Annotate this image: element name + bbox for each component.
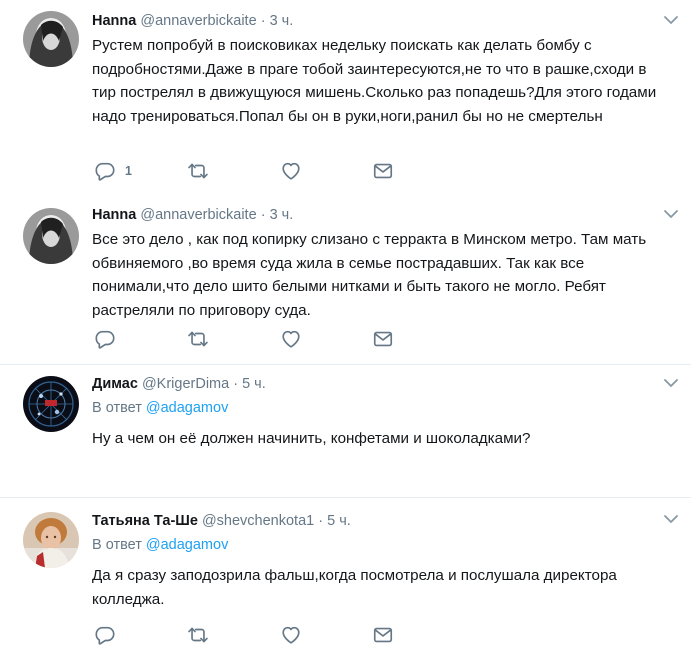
tweet[interactable]: Димас @KrigerDima · 5 ч. В ответ @adagam… <box>0 365 691 498</box>
retweet-button[interactable] <box>187 624 209 646</box>
retweet-icon <box>187 328 209 350</box>
like-button[interactable] <box>280 160 302 182</box>
retweet-icon <box>187 624 209 646</box>
timestamp[interactable]: 5 ч. <box>327 513 351 529</box>
timestamp[interactable]: 5 ч. <box>242 376 266 392</box>
reply-icon <box>94 624 116 646</box>
separator: · <box>260 207 266 223</box>
reply-context: В ответ @adagamov <box>92 535 671 555</box>
author-handle[interactable]: @shevchenkota1 <box>202 513 314 529</box>
author-name[interactable]: Hanna <box>92 13 136 29</box>
avatar[interactable] <box>23 376 79 432</box>
tweet-actions <box>92 328 412 352</box>
like-button[interactable] <box>280 328 302 350</box>
tweet-text: Да я сразу заподозрила фальш,когда посмо… <box>92 567 617 608</box>
tweet-header: Татьяна Та-Ше @shevchenkota1 · 5 ч. <box>92 511 671 531</box>
reply-prefix: В ответ <box>92 537 142 553</box>
direct-message-button[interactable] <box>372 624 394 646</box>
direct-message-button[interactable] <box>372 328 394 350</box>
tweet[interactable]: Hanna @annaverbickaite · 3 ч. Все это де… <box>0 197 691 365</box>
tweet-actions: 1 <box>92 160 412 184</box>
reply-button[interactable]: 1 <box>94 160 132 182</box>
tweet-text: Рустем попробуй в поисковиках недельку п… <box>92 37 657 125</box>
like-button[interactable] <box>280 624 302 646</box>
direct-message-button[interactable] <box>372 160 394 182</box>
tweet-header: Hanna @annaverbickaite · 3 ч. <box>92 205 671 225</box>
author-handle[interactable]: @annaverbickaite <box>140 13 256 29</box>
message-icon <box>372 328 394 350</box>
chevron-down-icon[interactable] <box>663 377 679 389</box>
chevron-down-icon[interactable] <box>663 513 679 525</box>
tweet-text: Ну а чем он её должен начинить, конфетам… <box>92 430 531 447</box>
tweet-header: Димас @KrigerDima · 5 ч. <box>92 374 671 394</box>
like-icon <box>280 624 302 646</box>
author-name[interactable]: Димас <box>92 376 138 392</box>
author-name[interactable]: Татьяна Та-Ше <box>92 513 198 529</box>
like-icon <box>280 160 302 182</box>
message-icon <box>372 624 394 646</box>
tweet[interactable]: Татьяна Та-Ше @shevchenkota1 · 5 ч. В от… <box>0 498 691 657</box>
separator: · <box>233 376 239 392</box>
chevron-down-icon[interactable] <box>663 14 679 26</box>
avatar[interactable] <box>23 512 79 568</box>
retweet-button[interactable] <box>187 328 209 350</box>
mention-link[interactable]: @adagamov <box>146 537 228 553</box>
reply-context: В ответ @adagamov <box>92 398 671 418</box>
timeline: Hanna @annaverbickaite · 3 ч. Рустем поп… <box>0 0 691 657</box>
retweet-icon <box>187 160 209 182</box>
separator: · <box>318 513 324 529</box>
tweet-actions <box>92 624 412 648</box>
reply-button[interactable] <box>94 328 116 350</box>
author-name[interactable]: Hanna <box>92 207 136 223</box>
separator: · <box>260 13 266 29</box>
author-handle[interactable]: @annaverbickaite <box>140 207 256 223</box>
message-icon <box>372 160 394 182</box>
avatar[interactable] <box>23 208 79 264</box>
timestamp[interactable]: 3 ч. <box>270 13 294 29</box>
reply-prefix: В ответ <box>92 400 142 416</box>
mention-link[interactable]: @adagamov <box>146 400 228 416</box>
reply-count: 1 <box>125 164 132 178</box>
tweet-text: Все это дело , как под копирку слизано с… <box>92 231 647 319</box>
tweet[interactable]: Hanna @annaverbickaite · 3 ч. Рустем поп… <box>0 0 691 197</box>
reply-button[interactable] <box>94 624 116 646</box>
chevron-down-icon[interactable] <box>663 208 679 220</box>
timestamp[interactable]: 3 ч. <box>270 207 294 223</box>
author-handle[interactable]: @KrigerDima <box>142 376 229 392</box>
reply-icon <box>94 328 116 350</box>
like-icon <box>280 328 302 350</box>
avatar[interactable] <box>23 11 79 67</box>
reply-icon <box>94 160 116 182</box>
tweet-header: Hanna @annaverbickaite · 3 ч. <box>92 11 671 31</box>
retweet-button[interactable] <box>187 160 209 182</box>
